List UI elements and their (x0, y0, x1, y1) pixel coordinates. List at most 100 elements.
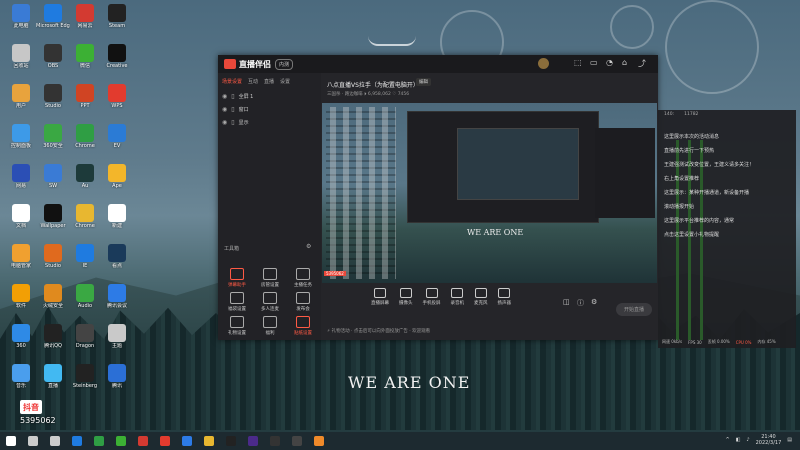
app-titlebar[interactable]: 直播伴侣 内测 ⬚ ▭ ◔ ⌂ ⤴ (218, 55, 658, 73)
scene-item[interactable]: ◉ ▯ 显示 (218, 116, 321, 129)
scene-item[interactable]: ◉ ▯ 全屏 1 (218, 90, 321, 103)
tool-button[interactable]: 多人连麦 (255, 292, 285, 312)
start-icon[interactable] (6, 436, 16, 446)
chevron-up-icon[interactable]: ^ (725, 437, 729, 443)
pr-icon[interactable] (248, 436, 258, 446)
studio-icon[interactable] (270, 436, 280, 446)
desktop-icon[interactable]: Ape (102, 164, 132, 189)
home-icon[interactable]: ⌂ (622, 58, 627, 67)
info-icon[interactable]: ⓘ (577, 298, 584, 308)
desktop-icon[interactable]: 音乐 (6, 364, 36, 389)
bell-icon[interactable]: ◔ (606, 58, 613, 67)
edit-title-button[interactable]: 编辑 (416, 78, 431, 86)
desktop-icon[interactable]: 火绒安全 (38, 284, 68, 309)
tab-interact[interactable]: 互动 (248, 78, 258, 85)
music-icon[interactable] (160, 436, 170, 446)
desktop-icon[interactable]: 微信 (70, 44, 100, 69)
stream-preview[interactable]: WE ARE ONE 5395062 (322, 103, 657, 283)
desktop-icon[interactable]: EV (102, 124, 132, 149)
desktop-icon[interactable]: Audio (70, 284, 100, 309)
desktop-icon[interactable]: Studio (38, 84, 68, 109)
desktop-icon[interactable]: IE (70, 244, 100, 269)
desktop-icon[interactable]: OBS (38, 44, 68, 69)
source-button[interactable]: 直播屏幕 (371, 288, 389, 306)
tool-button[interactable]: 福利 (255, 316, 285, 336)
tool-button[interactable]: 礼物设置 (222, 316, 252, 336)
explorer-icon[interactable] (204, 436, 214, 446)
tab-live[interactable]: 直播 (264, 78, 274, 85)
desktop-icon[interactable]: SW (38, 164, 68, 189)
source-button[interactable]: 扬声器 (498, 288, 511, 306)
stream-title[interactable]: 八点直播VS拉手（为配置电脑开） (327, 80, 419, 89)
desktop-icon[interactable]: Studio (38, 244, 68, 269)
desktop-icon[interactable]: Dragon (70, 324, 100, 349)
desktop-icon[interactable]: 腾讯 (102, 364, 132, 389)
netease-icon[interactable] (138, 436, 148, 446)
live-icon[interactable] (314, 436, 324, 446)
tool-button[interactable]: 贴纸设置 (288, 316, 318, 336)
desktop-icon[interactable]: 360 (6, 324, 36, 349)
live-companion-window[interactable]: 直播伴侣 内测 ⬚ ▭ ◔ ⌂ ⤴ 场景设置 互动 直播 设置 ◉ ▯ 全屏 1 ◉… (218, 55, 658, 340)
desktop-icon[interactable]: 控制面板 (6, 124, 36, 149)
desktop-icon[interactable]: 360安全 (38, 124, 68, 149)
desktop-icon[interactable]: PPT (70, 84, 100, 109)
desktop-icon[interactable]: 主题 (102, 324, 132, 349)
desktop-icon[interactable]: 腾讯会议 (102, 284, 132, 309)
desktop-icon[interactable]: Microsoft Edge (36, 4, 70, 29)
desktop-icon[interactable]: Wallpaper (38, 204, 68, 229)
tab-settings[interactable]: 设置 (280, 78, 290, 85)
source-button[interactable]: 录音机 (451, 288, 464, 306)
tool-button[interactable]: 房管设置 (255, 268, 285, 288)
avatar[interactable] (538, 58, 549, 69)
lock-icon[interactable]: ▯ (231, 93, 234, 100)
edge-icon[interactable] (72, 436, 82, 446)
desktop-icon[interactable]: 新建 (102, 204, 132, 229)
tencent-icon[interactable] (182, 436, 192, 446)
source-button[interactable]: 手机投屏 (423, 288, 441, 306)
desktop-icon[interactable]: Creative (102, 44, 132, 69)
start-live-button[interactable]: 开始直播 (615, 303, 652, 316)
gear-icon[interactable]: ⚙ (591, 298, 597, 306)
desktop-icon[interactable]: Steinberg (70, 364, 100, 389)
taskview-icon[interactable] (50, 436, 60, 446)
eye-icon[interactable]: ◉ (222, 119, 227, 126)
chrome-icon[interactable] (94, 436, 104, 446)
steam-icon[interactable] (226, 436, 236, 446)
tab-scene[interactable]: 场景设置 (222, 78, 242, 85)
wechat-icon[interactable] (116, 436, 126, 446)
tool-button[interactable]: 主播任务 (288, 268, 318, 288)
clock[interactable]: 21:40 2022/3/17 (756, 434, 782, 446)
chat-panel[interactable]: 140: 11782 这里展示本次的活动消息 直播前先进行一下预热 王建强测试改变位… (658, 110, 796, 348)
volume-icon[interactable]: ♪ (746, 437, 749, 443)
desktop-icon[interactable]: 文档 (6, 204, 36, 229)
tool-button[interactable]: 弹幕助手 (222, 268, 252, 288)
desktop-icon[interactable]: 看点 (102, 244, 132, 269)
desktop-icon[interactable]: WPS (102, 84, 132, 109)
desktop-icon[interactable]: 此电脑 (6, 4, 36, 29)
search-icon[interactable] (28, 436, 38, 446)
source-button[interactable]: 麦克风 (474, 288, 488, 306)
desktop-icon[interactable]: Chrome (70, 124, 100, 149)
share-icon[interactable]: ⤴ (638, 58, 646, 69)
record-icon[interactable]: ⬚ (574, 58, 582, 67)
camera-icon[interactable]: ◫ (563, 298, 570, 306)
desktop-icon[interactable]: 腾讯QQ (38, 324, 68, 349)
notification-icon[interactable]: ▤ (787, 437, 792, 443)
desktop-icon[interactable]: 回收站 (6, 44, 36, 69)
scene-item[interactable]: ◉ ▯ 窗口 (218, 103, 321, 116)
settings-icon[interactable]: ⚙ (306, 243, 311, 250)
source-button[interactable]: 摄像头 (399, 288, 413, 306)
desktop-icon[interactable]: 网易云 (70, 4, 100, 29)
tool-button[interactable]: 福袋设置 (222, 292, 252, 312)
tool-button[interactable]: 发布会 (288, 292, 318, 312)
desktop-icon[interactable]: 电脑管家 (6, 244, 36, 269)
lock-icon[interactable]: ▯ (231, 106, 234, 113)
folder-icon[interactable]: ▭ (590, 58, 598, 67)
desktop-icon[interactable]: Chrome (70, 204, 100, 229)
obs-icon[interactable] (292, 436, 302, 446)
desktop-icon[interactable]: Au (70, 164, 100, 189)
desktop-icon[interactable]: Steam (102, 4, 132, 29)
lock-icon[interactable]: ▯ (231, 119, 234, 126)
eye-icon[interactable]: ◉ (222, 106, 227, 113)
desktop-icon[interactable]: 直播 (38, 364, 68, 389)
